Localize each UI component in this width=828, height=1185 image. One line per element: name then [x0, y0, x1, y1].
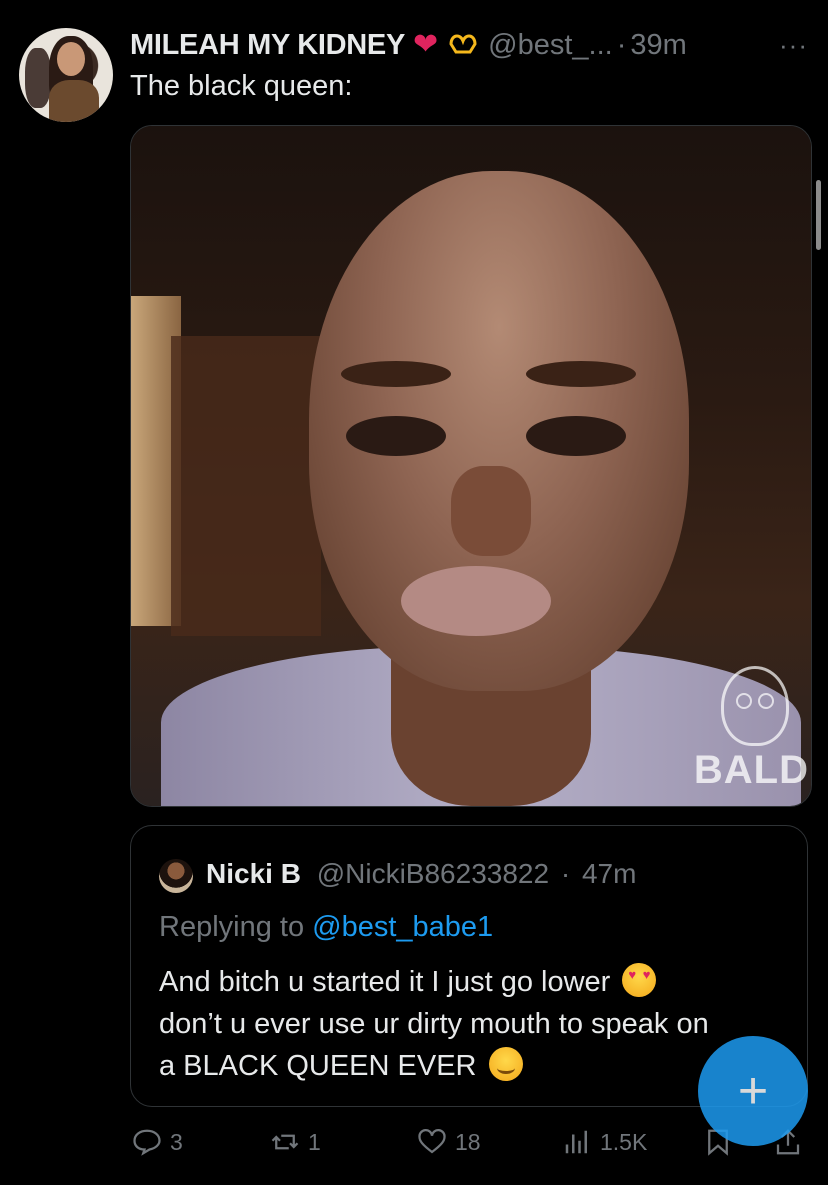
- quoted-time[interactable]: 47m: [582, 858, 636, 889]
- quoted-text: And bitch u started it I just go lower d…: [159, 961, 789, 1087]
- replying-prefix: Replying to: [159, 911, 305, 943]
- smiling-face-emoji-icon: [488, 1047, 523, 1081]
- tweet-header: MILEAH MY KIDNEY ❤ @best_... · 39m: [130, 27, 788, 63]
- quoted-header: Nicki B @NickiB86233822 · 47m: [206, 858, 636, 890]
- image-right-eye: [526, 416, 626, 456]
- image-nose: [451, 466, 531, 556]
- image-left-eye: [346, 416, 446, 456]
- author-handle[interactable]: @best_...: [488, 29, 613, 62]
- replying-mention-link[interactable]: @best_babe1: [312, 911, 493, 943]
- avatar-background-person: [25, 48, 51, 108]
- tweet-text: The black queen:: [130, 70, 353, 102]
- quoted-text-line-2: don’t u ever use ur dirty mouth to speak…: [159, 1008, 709, 1040]
- tweet[interactable]: MILEAH MY KIDNEY ❤ @best_... · 39m ··· T…: [0, 0, 828, 1185]
- author-avatar[interactable]: [19, 28, 113, 122]
- image-lips: [401, 566, 551, 636]
- quoted-text-line-3: a BLACK QUEEN EVER: [159, 1050, 477, 1082]
- tweet-media-image[interactable]: BALD: [130, 125, 812, 807]
- retweet-count: 1: [308, 1128, 321, 1155]
- avatar-body: [49, 80, 99, 122]
- views-button[interactable]: 1.5K: [562, 1127, 647, 1157]
- like-button[interactable]: 18: [417, 1127, 481, 1157]
- red-heart-icon: ❤: [413, 28, 439, 61]
- reply-count: 3: [170, 1128, 183, 1155]
- quoted-author-avatar[interactable]: [159, 859, 193, 893]
- compose-button[interactable]: +: [698, 1036, 808, 1146]
- like-count: 18: [455, 1128, 481, 1155]
- views-count: 1.5K: [600, 1128, 648, 1155]
- image-right-brow: [526, 361, 636, 387]
- heart-icon: [418, 1129, 446, 1154]
- avatar-face: [57, 42, 85, 76]
- scrollbar[interactable]: [816, 180, 821, 250]
- reply-button[interactable]: 3: [132, 1127, 183, 1157]
- image-left-brow: [341, 361, 451, 387]
- retweet-button[interactable]: 1: [270, 1127, 321, 1157]
- quoted-text-line-1: And bitch u started it I just go lower: [159, 966, 611, 998]
- tweet-time[interactable]: 39m: [630, 29, 686, 62]
- bald-filter-logo-icon: [721, 666, 789, 746]
- image-wall: [171, 336, 321, 636]
- watermark-text: BALD: [693, 748, 809, 792]
- heart-hands-icon: [448, 30, 478, 60]
- views-chart-icon: [565, 1130, 587, 1154]
- quoted-author-handle[interactable]: @NickiB86233822: [317, 858, 549, 889]
- author-name[interactable]: MILEAH MY KIDNEY: [130, 29, 405, 62]
- separator-dot: ·: [616, 28, 627, 61]
- reply-icon: [133, 1129, 161, 1156]
- retweet-icon: [271, 1134, 299, 1150]
- quoted-separator-dot: ·: [560, 858, 571, 889]
- more-options-icon[interactable]: ···: [779, 30, 808, 61]
- quoted-author-name[interactable]: Nicki B: [206, 858, 301, 889]
- heart-eyes-emoji-icon: [622, 963, 657, 997]
- replying-to: Replying to @best_babe1: [159, 911, 493, 944]
